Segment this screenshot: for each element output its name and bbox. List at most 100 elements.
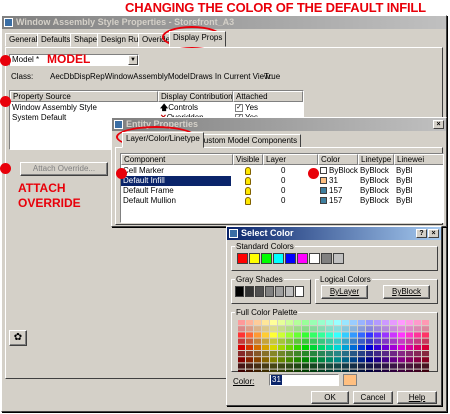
palette-cell[interactable] xyxy=(414,332,421,338)
attach-override-button[interactable]: Attach Override... xyxy=(20,162,108,176)
palette-cell[interactable] xyxy=(286,369,293,372)
palette-cell[interactable] xyxy=(262,338,269,344)
palette-cell[interactable] xyxy=(294,326,301,332)
palette-cell[interactable] xyxy=(334,369,341,372)
palette-cell[interactable] xyxy=(366,338,373,344)
palette-cell[interactable] xyxy=(390,357,397,363)
palette-cell[interactable] xyxy=(270,357,277,363)
close-icon[interactable]: × xyxy=(428,229,439,238)
palette-cell[interactable] xyxy=(406,344,413,350)
palette-cell[interactable] xyxy=(334,338,341,344)
palette-cell[interactable] xyxy=(398,357,405,363)
palette-cell[interactable] xyxy=(406,338,413,344)
palette-cell[interactable] xyxy=(342,357,349,363)
palette-cell[interactable] xyxy=(422,344,429,350)
palette-cell[interactable] xyxy=(366,344,373,350)
palette-cell[interactable] xyxy=(262,351,269,357)
palette-cell[interactable] xyxy=(350,326,357,332)
col-attached[interactable]: Attached xyxy=(233,91,303,102)
gray-shade-swatch[interactable] xyxy=(295,286,304,297)
palette-cell[interactable] xyxy=(414,338,421,344)
palette-cell[interactable] xyxy=(326,357,333,363)
palette-cell[interactable] xyxy=(318,332,325,338)
palette-cell[interactable] xyxy=(310,369,317,372)
palette-cell[interactable] xyxy=(422,351,429,357)
palette-cell[interactable] xyxy=(286,357,293,363)
palette-cell[interactable] xyxy=(326,344,333,350)
palette-cell[interactable] xyxy=(254,344,261,350)
palette-cell[interactable] xyxy=(318,344,325,350)
palette-cell[interactable] xyxy=(270,369,277,372)
palette-cell[interactable] xyxy=(382,320,389,326)
palette-cell[interactable] xyxy=(278,369,285,372)
palette-cell[interactable] xyxy=(294,344,301,350)
palette-cell[interactable] xyxy=(358,326,365,332)
table-row[interactable]: Default Mullion 0 157 ByBlock ByBl xyxy=(121,196,443,206)
palette-cell[interactable] xyxy=(390,369,397,372)
palette-cell[interactable] xyxy=(318,351,325,357)
palette-cell[interactable] xyxy=(366,351,373,357)
palette-cell[interactable] xyxy=(238,338,245,344)
palette-cell[interactable] xyxy=(374,363,381,369)
palette-cell[interactable] xyxy=(302,344,309,350)
standard-color-swatch[interactable] xyxy=(249,253,260,264)
palette-cell[interactable] xyxy=(342,351,349,357)
palette-cell[interactable] xyxy=(294,363,301,369)
palette-cell[interactable] xyxy=(286,332,293,338)
component-table[interactable]: Component Visible Layer Color Linetype L… xyxy=(120,153,444,223)
palette-cell[interactable] xyxy=(398,320,405,326)
palette-cell[interactable] xyxy=(334,351,341,357)
palette-cell[interactable] xyxy=(374,338,381,344)
palette-cell[interactable] xyxy=(406,320,413,326)
palette-cell[interactable] xyxy=(310,344,317,350)
palette-cell[interactable] xyxy=(238,357,245,363)
palette-cell[interactable] xyxy=(326,363,333,369)
palette-cell[interactable] xyxy=(262,363,269,369)
palette-cell[interactable] xyxy=(246,357,253,363)
palette-cell[interactable] xyxy=(414,320,421,326)
palette-cell[interactable] xyxy=(374,332,381,338)
palette-cell[interactable] xyxy=(398,332,405,338)
palette-cell[interactable] xyxy=(310,320,317,326)
palette-cell[interactable] xyxy=(358,357,365,363)
palette-cell[interactable] xyxy=(342,344,349,350)
bottom-icon-button[interactable]: ✿ xyxy=(9,330,27,346)
palette-cell[interactable] xyxy=(342,332,349,338)
help-icon[interactable]: ? xyxy=(416,229,427,238)
cancel-button[interactable]: Cancel xyxy=(353,391,393,404)
palette-cell[interactable] xyxy=(270,363,277,369)
palette-cell[interactable] xyxy=(286,363,293,369)
col-visible[interactable]: Visible xyxy=(233,154,263,165)
palette-cell[interactable] xyxy=(246,338,253,344)
palette-cell[interactable] xyxy=(286,351,293,357)
tab-display-props[interactable]: Display Props xyxy=(169,31,227,47)
palette-cell[interactable] xyxy=(326,332,333,338)
palette-cell[interactable] xyxy=(326,320,333,326)
palette-cell[interactable] xyxy=(302,357,309,363)
palette-cell[interactable] xyxy=(246,326,253,332)
palette-cell[interactable] xyxy=(310,363,317,369)
palette-cell[interactable] xyxy=(238,363,245,369)
table-row[interactable]: Default Frame 0 157 ByBlock ByBl xyxy=(121,186,443,196)
palette-cell[interactable] xyxy=(286,326,293,332)
palette-cell[interactable] xyxy=(374,351,381,357)
palette-cell[interactable] xyxy=(342,326,349,332)
palette-cell[interactable] xyxy=(422,332,429,338)
palette-cell[interactable] xyxy=(374,357,381,363)
palette-cell[interactable] xyxy=(270,320,277,326)
palette-cell[interactable] xyxy=(326,351,333,357)
palette-cell[interactable] xyxy=(422,357,429,363)
palette-cell[interactable] xyxy=(294,338,301,344)
palette-cell[interactable] xyxy=(270,344,277,350)
col-property-source[interactable]: Property Source xyxy=(10,91,158,102)
standard-color-swatch[interactable] xyxy=(285,253,296,264)
gray-shade-swatch[interactable] xyxy=(265,286,274,297)
color-input[interactable]: 31 xyxy=(269,374,339,386)
palette-cell[interactable] xyxy=(366,357,373,363)
table-row[interactable]: Window Assembly Style 🡅Controls ✓ Yes xyxy=(10,103,303,113)
palette-cell[interactable] xyxy=(310,338,317,344)
palette-cell[interactable] xyxy=(390,351,397,357)
palette-cell[interactable] xyxy=(262,357,269,363)
palette-cell[interactable] xyxy=(334,357,341,363)
palette-cell[interactable] xyxy=(246,332,253,338)
